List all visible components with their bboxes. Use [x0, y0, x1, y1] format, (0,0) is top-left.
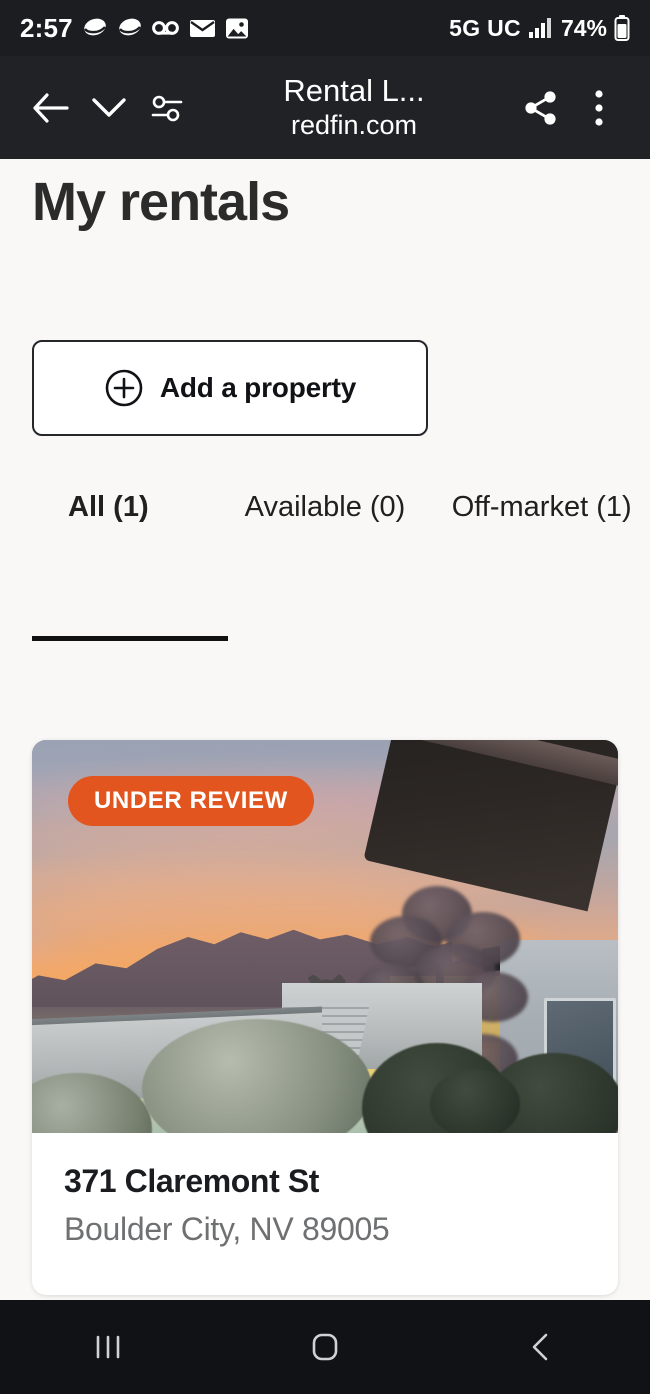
back-arrow-icon[interactable] [22, 79, 80, 137]
browser-toolbar: Rental L... redfin.com [0, 56, 650, 159]
property-address-line2: Boulder City, NV 89005 [64, 1211, 390, 1247]
tab-all-label: All (1) [68, 491, 149, 523]
home-icon[interactable] [270, 1300, 380, 1394]
active-tab-underline [32, 636, 228, 641]
share-icon[interactable] [512, 79, 570, 137]
image-icon [225, 17, 249, 40]
page-domain: redfin.com [290, 109, 418, 140]
mail-icon [189, 18, 216, 39]
voicemail-icon [151, 20, 180, 36]
tab-available-label: Available (0) [244, 491, 406, 523]
recents-icon[interactable] [53, 1300, 163, 1394]
tab-available[interactable]: Available (0) [217, 490, 434, 524]
plus-circle-icon [104, 368, 144, 408]
photo-shrub [430, 1069, 520, 1133]
listing-filter-tabs: All (1) Available (0) Off-market (1) [0, 490, 650, 641]
property-card-body: 371 Claremont St Boulder City, NV 89005 [32, 1133, 618, 1251]
page-title: My rentals [32, 172, 290, 232]
more-vertical-icon[interactable] [570, 79, 628, 137]
signal-bars-icon [528, 17, 554, 39]
property-card[interactable]: UNDER REVIEW 371 Claremont St Boulder Ci… [32, 740, 618, 1295]
nav-back-icon[interactable] [487, 1300, 597, 1394]
tab-off-market-label: Off-market (1) [451, 491, 632, 523]
page-content: My rentals Add a property All (1) Availa… [0, 159, 650, 1300]
property-address-line1: 371 Claremont St [64, 1163, 320, 1199]
battery-icon [614, 15, 630, 41]
status-badge: UNDER REVIEW [68, 776, 314, 826]
network-label: 5G UC [449, 14, 521, 41]
page-settings-icon[interactable] [138, 79, 196, 137]
status-bar-left: 2:57 [20, 13, 249, 44]
chevron-down-icon[interactable] [80, 79, 138, 137]
page-title-toolbar: Rental L... [283, 74, 425, 109]
status-bar-right: 5G UC 74% [449, 15, 630, 42]
tab-off-market[interactable]: Off-market (1) [433, 490, 650, 524]
battery-percent: 74% [560, 14, 607, 41]
phone-screen: 2:57 5G UC 74% Rental L... redfin.com My… [0, 0, 650, 1394]
status-bar: 2:57 5G UC 74% [0, 0, 650, 56]
address-bar[interactable]: Rental L... redfin.com [196, 74, 512, 141]
status-time: 2:57 [20, 12, 73, 43]
tab-all[interactable]: All (1) [0, 490, 217, 524]
snapchat-icon [117, 16, 143, 40]
add-property-button[interactable]: Add a property [32, 340, 428, 436]
add-property-label: Add a property [159, 372, 357, 403]
property-photo[interactable]: UNDER REVIEW [32, 740, 618, 1133]
snapchat-icon [82, 16, 108, 40]
android-nav-bar [0, 1300, 650, 1394]
